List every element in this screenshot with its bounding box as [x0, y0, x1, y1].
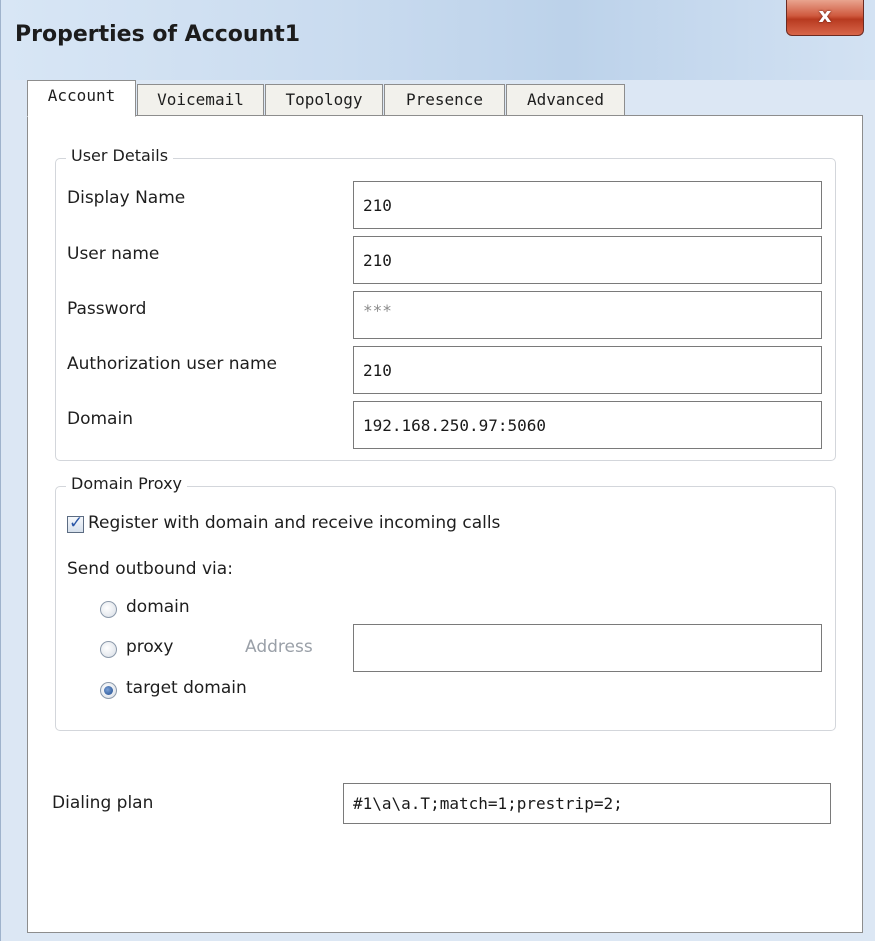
display-name-input[interactable]: 210	[353, 181, 822, 229]
close-icon: x	[818, 3, 832, 27]
window-title: Properties of Account1	[15, 22, 301, 47]
domain-proxy-group: Domain Proxy ✓ Register with domain and …	[55, 474, 836, 731]
auth-user-name-label: Authorization user name	[67, 354, 277, 374]
display-name-label: Display Name	[67, 188, 186, 208]
radio-domain[interactable]	[100, 601, 117, 618]
radio-domain-label[interactable]: domain	[126, 597, 190, 617]
radio-proxy[interactable]	[100, 641, 117, 658]
tab-account[interactable]: Account	[27, 80, 136, 117]
account-tab-panel: User Details Display Name 210 User name …	[27, 115, 863, 933]
user-details-legend: User Details	[66, 146, 174, 165]
auth-user-name-input[interactable]: 210	[353, 346, 822, 394]
register-label[interactable]: Register with domain and receive incomin…	[88, 513, 500, 533]
password-input[interactable]: ***	[353, 291, 822, 339]
tab-topology[interactable]: Topology	[265, 84, 383, 116]
tab-presence[interactable]: Presence	[384, 84, 505, 116]
properties-window: Properties of Account1 x Account Voicema…	[0, 0, 875, 941]
password-label: Password	[67, 299, 147, 319]
domain-label: Domain	[67, 409, 133, 429]
title-bar[interactable]: Properties of Account1 x	[1, 0, 875, 80]
proxy-address-input[interactable]	[353, 624, 822, 672]
close-button[interactable]: x	[786, 0, 864, 36]
user-name-label: User name	[67, 244, 160, 264]
tab-advanced[interactable]: Advanced	[506, 84, 625, 116]
dialing-plan-input[interactable]: #1\a\a.T;match=1;prestrip=2;	[343, 783, 831, 824]
send-outbound-label: Send outbound via:	[67, 559, 233, 579]
tab-voicemail[interactable]: Voicemail	[137, 84, 264, 116]
dialing-plan-label: Dialing plan	[52, 793, 154, 813]
radio-target-domain-label[interactable]: target domain	[126, 678, 247, 698]
radio-proxy-label[interactable]: proxy	[126, 637, 173, 657]
domain-input[interactable]: 192.168.250.97:5060	[353, 401, 822, 449]
user-details-group: User Details Display Name 210 User name …	[55, 146, 836, 461]
radio-selected-dot	[104, 686, 113, 695]
address-label: Address	[245, 637, 313, 657]
register-checkbox[interactable]: ✓	[67, 513, 84, 533]
checkmark-icon: ✓	[69, 513, 84, 533]
radio-target-domain[interactable]	[100, 682, 117, 699]
user-name-input[interactable]: 210	[353, 236, 822, 284]
domain-proxy-legend: Domain Proxy	[66, 474, 187, 493]
